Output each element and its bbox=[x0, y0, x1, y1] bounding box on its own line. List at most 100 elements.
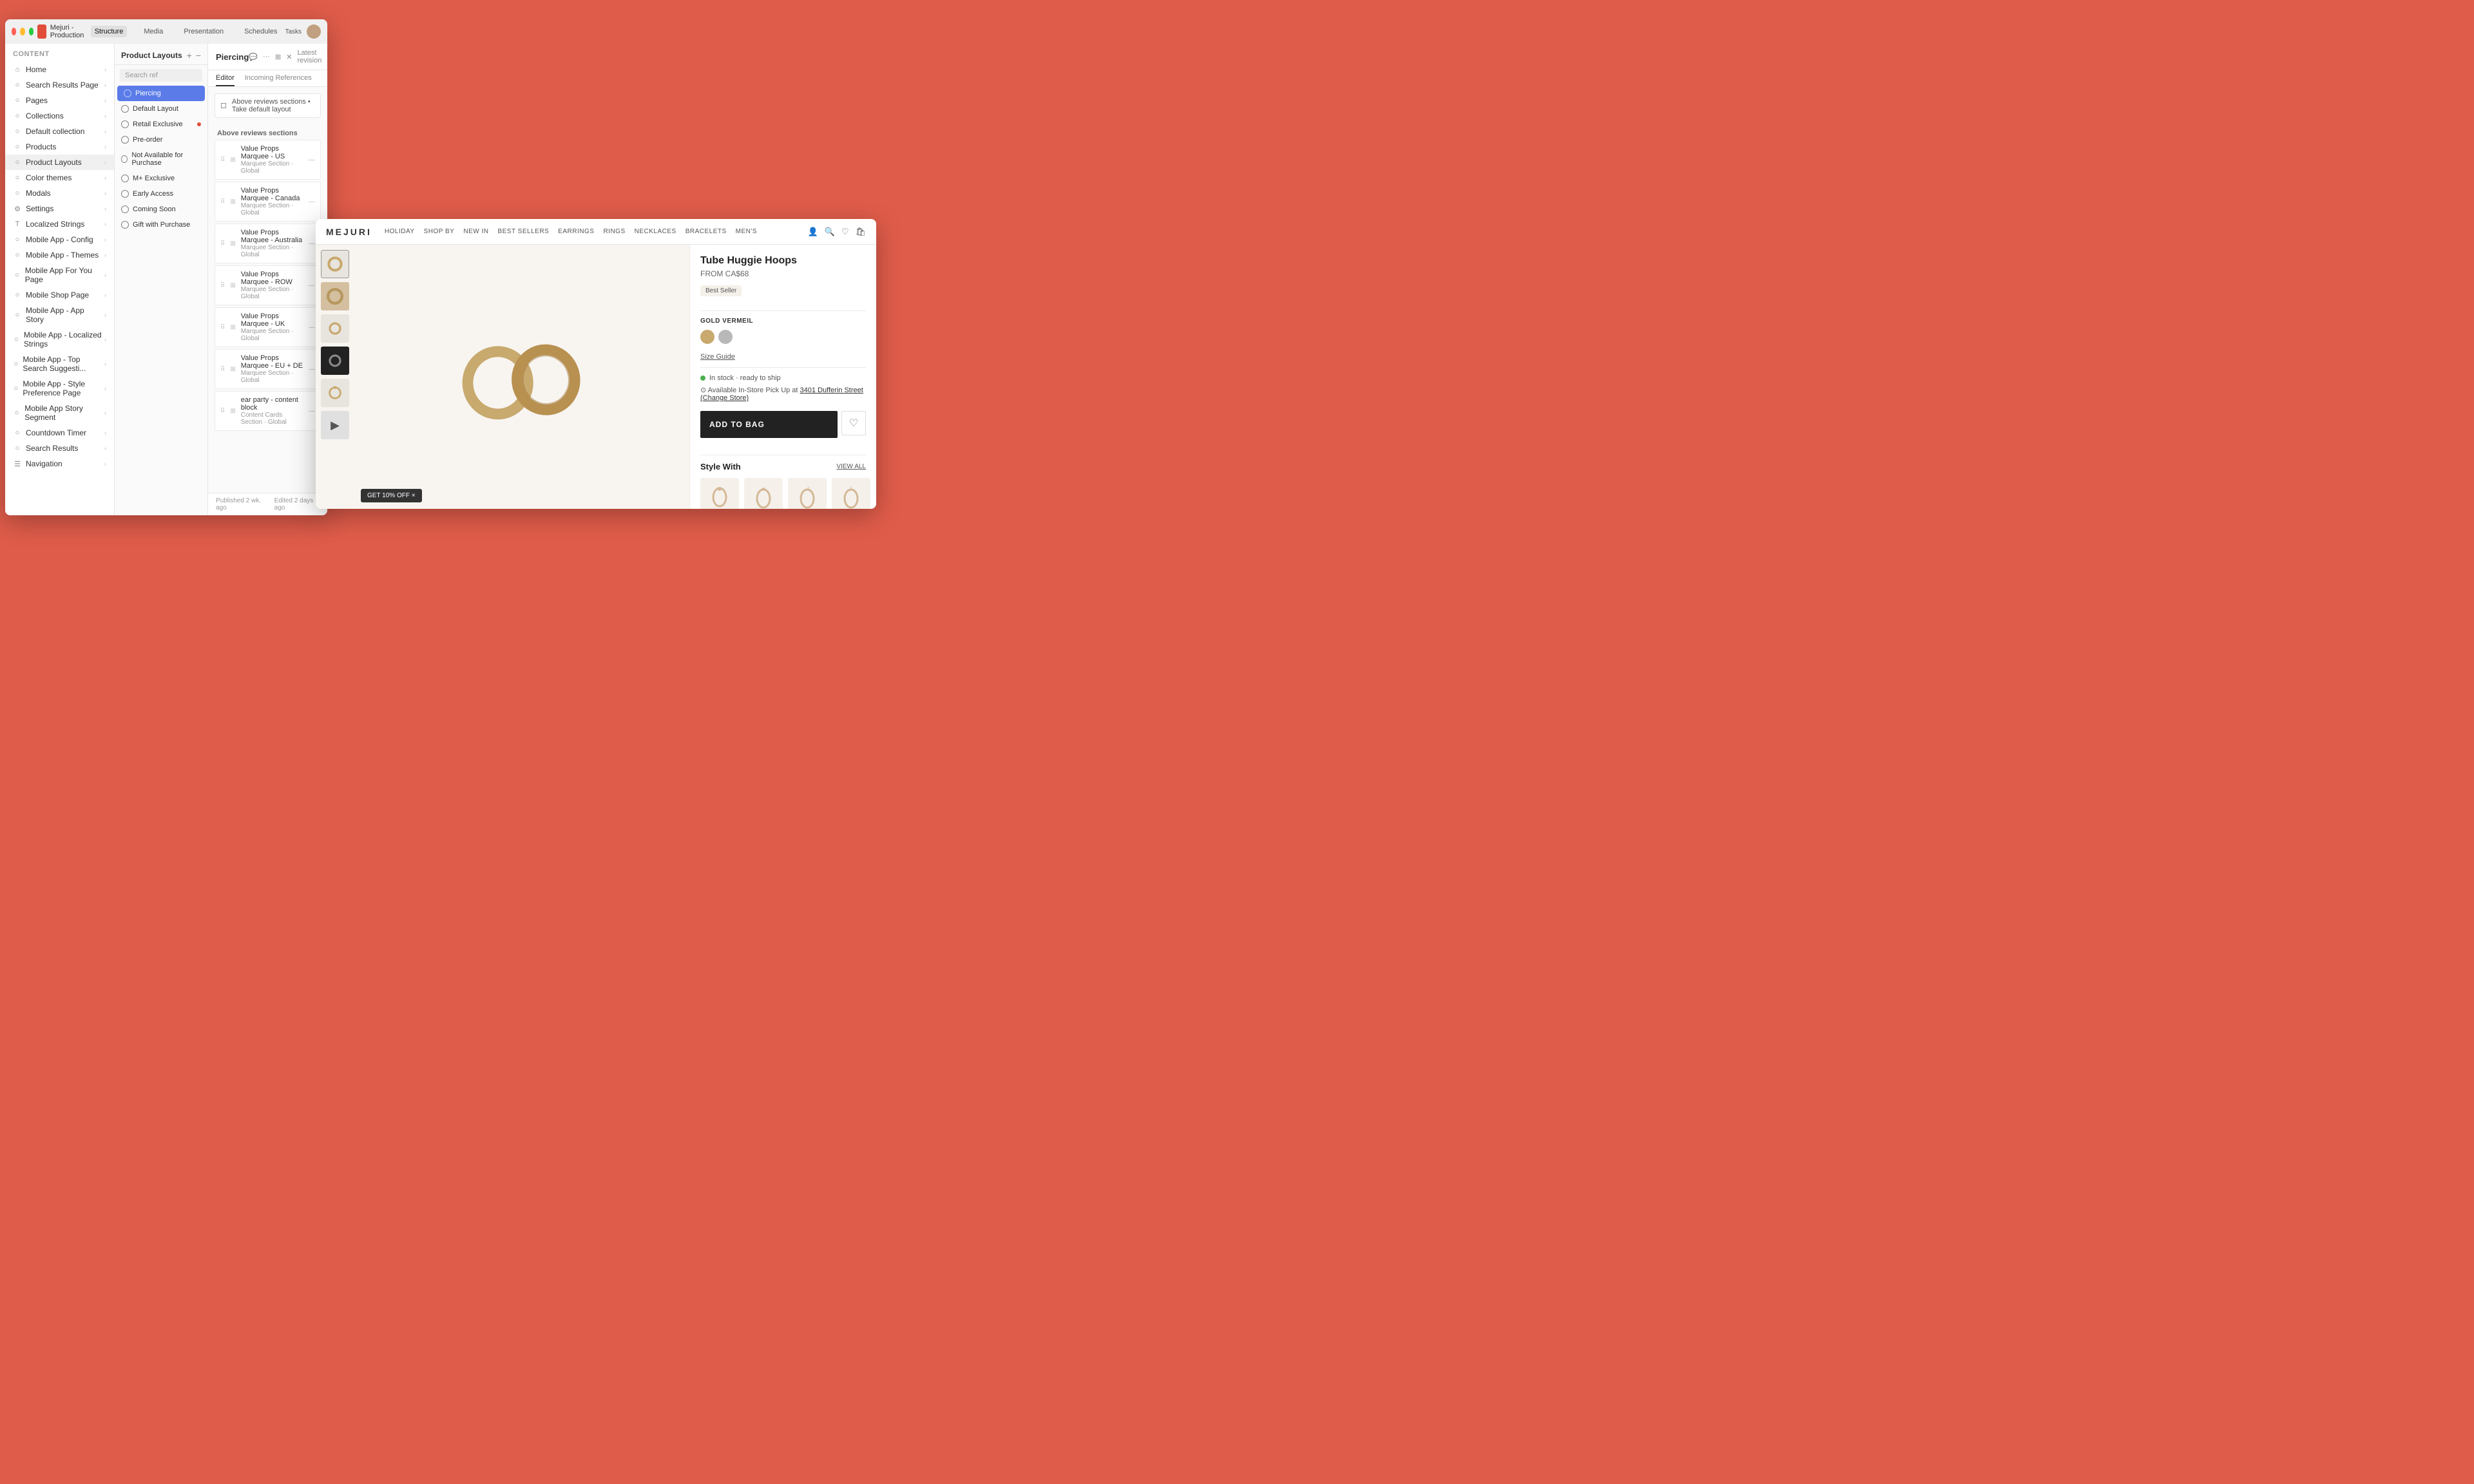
sidebar-item-pages[interactable]: ○ Pages › bbox=[5, 93, 114, 108]
sidebar-item-collections[interactable]: ○ Collections › bbox=[5, 108, 114, 124]
nav-earrings[interactable]: EARRINGS bbox=[558, 228, 594, 235]
nav-bracelets[interactable]: BRACELETS bbox=[686, 228, 727, 235]
product-list-item-piercing[interactable]: Piercing bbox=[117, 86, 205, 101]
tab-incoming-references[interactable]: Incoming References bbox=[245, 74, 312, 86]
product-label-gift-with-purchase: Gift with Purchase bbox=[133, 221, 190, 229]
thumb-0[interactable] bbox=[321, 250, 349, 278]
bag-icon[interactable]: 🛍 bbox=[855, 227, 866, 237]
thumb-1[interactable] bbox=[321, 282, 349, 310]
product-list-item-coming-soon[interactable]: Coming Soon bbox=[115, 202, 207, 217]
sidebar-item-mobile-themes[interactable]: ○ Mobile App - Themes › bbox=[5, 247, 114, 263]
section-sub-4: Marquee Section · Global bbox=[241, 328, 303, 342]
revision-label[interactable]: Latest revision bbox=[297, 49, 321, 64]
sidebar-item-mobile-config[interactable]: ○ Mobile App - Config › bbox=[5, 232, 114, 247]
product-list-item-default-layout[interactable]: Default Layout bbox=[115, 101, 207, 117]
section-sub-6: Content Cards Section · Global bbox=[241, 412, 303, 426]
add-icon[interactable]: + bbox=[187, 50, 192, 61]
section-action-1[interactable]: — bbox=[309, 198, 315, 205]
tab-presentation[interactable]: Presentation bbox=[180, 26, 227, 37]
tab-media[interactable]: Media bbox=[140, 26, 167, 37]
section-action-4[interactable]: — bbox=[309, 324, 315, 331]
sidebar-item-home[interactable]: ⌂ Home › bbox=[5, 62, 114, 77]
swatch-gold[interactable] bbox=[700, 330, 714, 344]
grid-icon[interactable]: ⊞ bbox=[275, 53, 281, 61]
sidebar-item-mobile-story-segment[interactable]: ○ Mobile App Story Segment › bbox=[5, 401, 114, 425]
account-icon[interactable]: 👤 bbox=[807, 227, 818, 237]
product-list-item-pre-order[interactable]: Pre-order bbox=[115, 132, 207, 147]
style-item-0[interactable]: Single Pearl Hoop Charm CA$68 14k Yellow… bbox=[700, 478, 739, 509]
search-box[interactable]: Search ref bbox=[120, 69, 202, 82]
nav-rings[interactable]: RINGS bbox=[603, 228, 625, 235]
nav-mens[interactable]: MEN'S bbox=[736, 228, 757, 235]
search-icon[interactable]: 🔍 bbox=[825, 227, 835, 237]
minus-icon[interactable]: − bbox=[196, 50, 201, 61]
section-action-3[interactable]: — bbox=[309, 282, 315, 289]
sidebar-item-products[interactable]: ○ Products › bbox=[5, 139, 114, 155]
section-action-0[interactable]: — bbox=[309, 157, 315, 164]
maximize-button[interactable] bbox=[29, 28, 34, 35]
product-label-default-layout: Default Layout bbox=[133, 105, 178, 113]
sidebar-item-mobile-localized[interactable]: ○ Mobile App - Localized Strings › bbox=[5, 327, 114, 352]
thumb-2[interactable] bbox=[321, 314, 349, 343]
nav-necklaces[interactable]: NECKLACES bbox=[635, 228, 676, 235]
size-guide-link[interactable]: Size Guide bbox=[700, 353, 866, 361]
swatch-silver[interactable] bbox=[718, 330, 733, 344]
wishlist-icon[interactable]: ♡ bbox=[841, 227, 849, 237]
section-row-title-0: Value Props Marquee - US Marquee Section… bbox=[241, 145, 303, 175]
tab-editor[interactable]: Editor bbox=[216, 74, 235, 86]
thumb-5[interactable]: ▶ bbox=[321, 411, 349, 439]
sidebar-item-mobile-shop[interactable]: ○ Mobile Shop Page › bbox=[5, 287, 114, 303]
section-action-2[interactable]: — bbox=[309, 240, 315, 247]
sidebar-item-default-collection[interactable]: ○ Default collection › bbox=[5, 124, 114, 139]
tasks-badge[interactable]: Tasks bbox=[285, 28, 302, 35]
tab-structure[interactable]: Structure bbox=[91, 26, 128, 37]
product-label-m-plus-exclusive: M+ Exclusive bbox=[133, 175, 175, 182]
user-avatar[interactable] bbox=[307, 24, 321, 39]
sidebar-item-navigation[interactable]: ☰ Navigation › bbox=[5, 456, 114, 471]
sidebar-item-mobile-style-pref[interactable]: ○ Mobile App - Style Preference Page › bbox=[5, 376, 114, 401]
thumb-4[interactable] bbox=[321, 379, 349, 407]
sidebar-item-modals[interactable]: ○ Modals › bbox=[5, 186, 114, 201]
sidebar-item-search-results[interactable]: ○ Search Results › bbox=[5, 441, 114, 456]
nav-shop-by[interactable]: SHOP BY bbox=[424, 228, 455, 235]
product-list-item-gift-with-purchase[interactable]: Gift with Purchase bbox=[115, 217, 207, 233]
wishlist-button[interactable]: ♡ bbox=[841, 411, 866, 435]
sidebar-label-mobile-themes: Mobile App - Themes bbox=[26, 251, 99, 260]
minimize-button[interactable] bbox=[20, 28, 24, 35]
section-sub-2: Marquee Section · Global bbox=[241, 244, 303, 258]
section-action-6[interactable]: — bbox=[309, 408, 315, 415]
close-icon[interactable]: ✕ bbox=[286, 53, 292, 61]
sidebar-item-product-layouts[interactable]: ○ Product Layouts › bbox=[5, 155, 114, 170]
product-list-item-m-plus-exclusive[interactable]: M+ Exclusive bbox=[115, 171, 207, 186]
sidebar-item-localized-strings[interactable]: T Localized Strings › bbox=[5, 216, 114, 232]
tab-schedules[interactable]: Schedules bbox=[240, 26, 281, 37]
style-item-2[interactable]: ☽ Single Moon Hoop Charm CA$68 14k Yello… bbox=[788, 478, 827, 509]
product-list-item-retail-exclusive[interactable]: Retail Exclusive bbox=[115, 117, 207, 132]
nav-new-in[interactable]: NEW IN bbox=[463, 228, 488, 235]
product-list-item-not-available[interactable]: Not Available for Purchase bbox=[115, 147, 207, 171]
style-item-3[interactable]: I Single I... CA$81 14k Yello... bbox=[832, 478, 870, 509]
layout-selector-icon: ☐ bbox=[220, 102, 227, 110]
thumb-3[interactable] bbox=[321, 347, 349, 375]
comment-icon[interactable]: 💬 bbox=[249, 53, 258, 61]
nav-best-sellers[interactable]: BEST SELLERS bbox=[497, 228, 549, 235]
sidebar-item-search-results-page[interactable]: ○ Search Results Page › bbox=[5, 77, 114, 93]
sidebar-item-mobile-app-story[interactable]: ○ Mobile App - App Story › bbox=[5, 303, 114, 327]
close-button[interactable] bbox=[12, 28, 16, 35]
sidebar-label-mobile-app-story: Mobile App - App Story bbox=[26, 306, 104, 324]
view-all-link[interactable]: VIEW ALL bbox=[836, 463, 866, 470]
sidebar-item-color-themes[interactable]: ○ Color themes › bbox=[5, 170, 114, 186]
layout-selector[interactable]: ☐ Above reviews sections • Take default … bbox=[215, 93, 321, 118]
sidebar-item-settings[interactable]: ⚙ Settings › bbox=[5, 201, 114, 216]
sidebar-item-countdown-timer[interactable]: ○ Countdown Timer › bbox=[5, 425, 114, 441]
nav-holiday[interactable]: HOLIDAY bbox=[385, 228, 415, 235]
discount-bar[interactable]: GET 10% OFF × bbox=[361, 489, 422, 502]
add-to-bag-button[interactable]: ADD TO BAG bbox=[700, 411, 838, 438]
style-item-1[interactable]: Single Star Hoop Charm CA$68 14k Yellow … bbox=[744, 478, 783, 509]
more-icon[interactable]: ··· bbox=[263, 53, 270, 61]
section-action-5[interactable]: — bbox=[309, 366, 315, 373]
drag-handle-icon-1: ⠿ bbox=[220, 198, 225, 205]
product-list-item-early-access[interactable]: Early Access bbox=[115, 186, 207, 202]
sidebar-item-mobile-top-search[interactable]: ○ Mobile App - Top Search Suggesti... › bbox=[5, 352, 114, 376]
sidebar-item-mobile-for-you[interactable]: ○ Mobile App For You Page › bbox=[5, 263, 114, 287]
